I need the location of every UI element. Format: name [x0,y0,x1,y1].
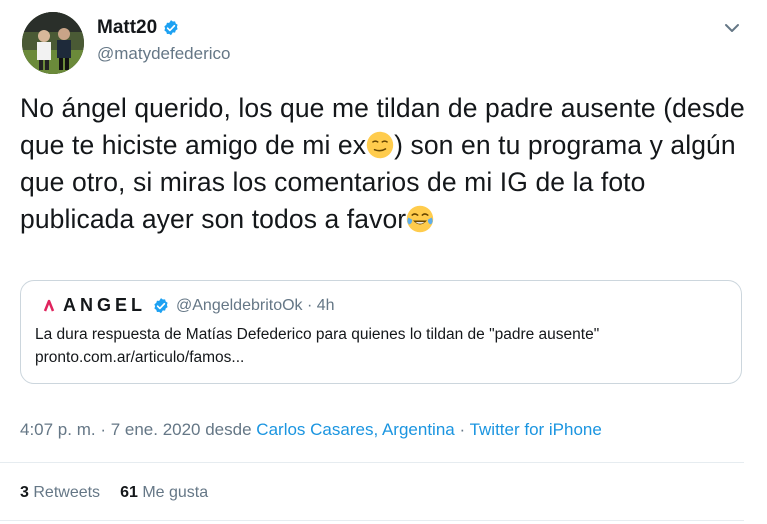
divider [0,462,744,463]
likes-stat[interactable]: 61 Me gusta [120,484,208,502]
meta-separator: · [459,420,466,439]
source-link[interactable]: Twitter for iPhone [470,420,602,439]
quoted-tweet-header: ANGEL @AngeldebritoOk · 4h [41,295,335,316]
quoted-tweet-link[interactable]: pronto.com.ar/articulo/famos... [35,349,244,367]
angel-logo-icon [43,299,55,311]
display-name-row[interactable]: Matt20 [97,17,180,39]
divider [0,520,744,521]
retweets-stat[interactable]: 3 Retweets [20,484,100,502]
verified-badge-icon [154,297,168,313]
quoted-tweet-text: La dura respuesta de Matías Defederico p… [35,326,600,343]
quoted-handle-time[interactable]: @AngeldebritoOk · 4h [176,297,335,315]
timestamp[interactable]: 4:07 p. m. · 7 ene. 2020 desde [20,420,252,439]
likes-count: 61 [120,484,138,501]
tweet-text: No ángel querido, los que me tildan de p… [20,90,750,238]
tweet-metadata: 4:07 p. m. · 7 ene. 2020 desde Carlos Ca… [20,420,602,440]
tears-of-joy-icon [407,205,434,233]
avatar[interactable] [22,12,84,74]
verified-badge-icon [164,20,178,36]
likes-label: Me gusta [142,484,209,501]
quoted-display-name[interactable]: ANGEL [63,295,146,316]
display-name[interactable]: Matt20 [97,17,157,39]
quoted-tweet-card[interactable]: ANGEL @AngeldebritoOk · 4h La dura respu… [20,280,742,384]
avatar-photo-icon [22,12,84,74]
retweets-label: Retweets [33,484,101,501]
user-handle[interactable]: @matydefederico [97,44,231,64]
smirk-face-icon [366,131,394,159]
location-link[interactable]: Carlos Casares, Argentina [256,420,454,439]
retweets-count: 3 [20,484,29,501]
engagement-stats: 3 Retweets 61 Me gusta [20,484,208,502]
chevron-down-icon[interactable] [722,18,742,38]
